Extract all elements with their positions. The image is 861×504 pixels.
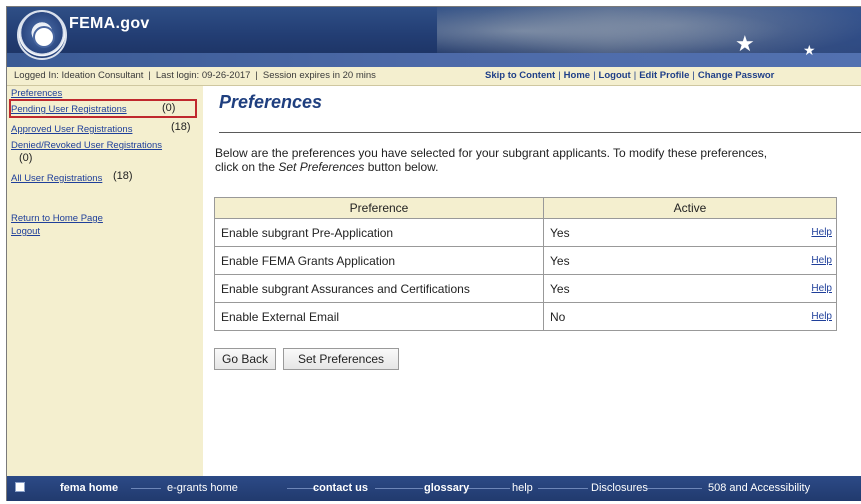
set-preferences-button[interactable]: Set Preferences — [283, 348, 399, 370]
main-content: Preferences Below are the preferences yo… — [203, 86, 861, 476]
footer-help-link[interactable]: help — [512, 476, 533, 501]
dhs-seal-icon[interactable] — [17, 10, 67, 60]
help-link[interactable]: Help — [811, 227, 832, 238]
table-header-row: Preference Active — [214, 197, 837, 219]
home-link[interactable]: Home — [564, 70, 590, 81]
sidebar-item-preferences[interactable]: Preferences — [11, 88, 62, 99]
help-link[interactable]: Help — [811, 311, 832, 322]
column-header-preference: Preference — [214, 197, 544, 219]
change-password-link[interactable]: Change Passwor — [698, 70, 775, 81]
edit-profile-link[interactable]: Edit Profile — [639, 70, 689, 81]
footer-accessibility-link[interactable]: 508 and Accessibility — [708, 476, 810, 501]
browser-frame: ★ ★ FEMA.gov Logged In: Ideation Consult… — [6, 6, 861, 501]
table-row: Enable subgrant Pre-Application Yes Help — [214, 218, 837, 247]
active-value: No — [550, 309, 566, 324]
active-value: Yes — [550, 253, 570, 268]
preference-cell: Enable subgrant Assurances and Certifica… — [214, 274, 544, 303]
approved-count: (18) — [171, 121, 191, 133]
window-icon — [15, 482, 25, 492]
pending-count: (0) — [162, 102, 176, 114]
return-home-link[interactable]: Return to Home Page — [11, 213, 103, 224]
active-cell: Yes Help — [543, 218, 837, 247]
active-value: Yes — [550, 281, 570, 296]
set-preferences-reference: Set Preferences — [278, 160, 365, 174]
sidebar-item-denied-revoked-registrations[interactable]: Denied/Revoked User Registrations — [11, 140, 162, 151]
banner-stripe — [7, 53, 861, 67]
star-icon: ★ — [803, 42, 816, 58]
denied-count: (0) — [19, 152, 33, 164]
preference-cell: Enable FEMA Grants Application — [214, 246, 544, 275]
footer-fema-home-link[interactable]: fema home — [60, 476, 118, 501]
logout-link[interactable]: Logout — [599, 70, 631, 81]
intro-line-2: click on the Set Preferences button belo… — [215, 160, 439, 174]
table-row: Enable External Email No Help — [214, 302, 837, 331]
status-bar: Logged In: Ideation Consultant | Last logi… — [7, 67, 861, 86]
logged-in-text: Logged In: Ideation Consultant — [14, 70, 144, 81]
preferences-table: Preference Active Enable subgrant Pre-Ap… — [214, 197, 837, 331]
help-link[interactable]: Help — [811, 283, 832, 294]
sidebar-item-approved-registrations[interactable]: Approved User Registrations — [11, 124, 132, 135]
active-cell: Yes Help — [543, 246, 837, 275]
column-header-active: Active — [543, 197, 837, 219]
active-cell: No Help — [543, 302, 837, 331]
active-value: Yes — [550, 225, 570, 240]
table-row: Enable FEMA Grants Application Yes Help — [214, 246, 837, 275]
footer-nav: fema home e-grants home contact us gloss… — [7, 476, 861, 501]
sidebar-logout-link[interactable]: Logout — [11, 226, 40, 237]
footer-contact-us-link[interactable]: contact us — [313, 476, 368, 501]
help-link[interactable]: Help — [811, 255, 832, 266]
last-login-text: Last login: 09-26-2017 — [155, 70, 251, 81]
skip-to-content-link[interactable]: Skip to Content — [485, 70, 555, 81]
footer-glossary-link[interactable]: glossary — [424, 476, 469, 501]
table-row: Enable subgrant Assurances and Certifica… — [214, 274, 837, 303]
preference-cell: Enable External Email — [214, 302, 544, 331]
top-nav-links: Skip to Content | Home | Logout | Edit Profile… — [485, 70, 775, 81]
intro-text: Below are the preferences you have selec… — [215, 146, 861, 174]
active-cell: Yes Help — [543, 274, 837, 303]
footer-disclosures-link[interactable]: Disclosures — [591, 476, 648, 501]
preference-cell: Enable subgrant Pre-Application — [214, 218, 544, 247]
star-icon: ★ — [735, 31, 755, 56]
page-title: Preferences — [219, 92, 323, 112]
session-info: Logged In: Ideation Consultant | Last logi… — [14, 70, 376, 81]
all-count: (18) — [113, 170, 133, 182]
session-expiry-text: Session expires in 20 mins — [262, 70, 376, 81]
header-banner: ★ ★ FEMA.gov — [7, 7, 861, 67]
sidebar-item-pending-registrations[interactable]: Pending User Registrations — [11, 104, 127, 115]
sidebar-item-all-registrations[interactable]: All User Registrations — [11, 173, 102, 184]
title-divider — [219, 132, 861, 133]
site-brand[interactable]: FEMA.gov — [69, 15, 150, 33]
footer-egrants-home-link[interactable]: e-grants home — [167, 476, 238, 501]
go-back-button[interactable]: Go Back — [214, 348, 276, 370]
intro-line-1: Below are the preferences you have selec… — [215, 146, 768, 160]
sidebar: Preferences Pending User Registrations (… — [7, 86, 203, 476]
